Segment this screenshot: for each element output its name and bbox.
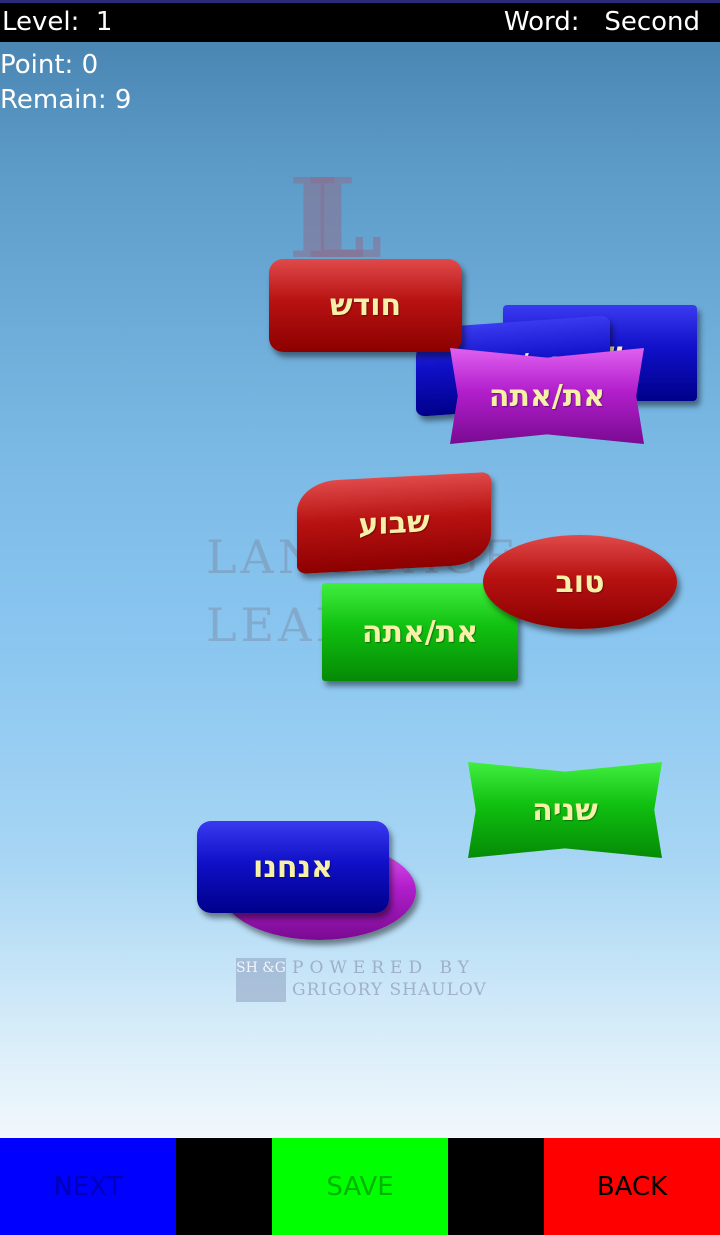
author-name: GRIGORY SHAULOV [292, 980, 487, 1000]
word-tile[interactable]: את/אתה [450, 348, 644, 444]
word-tile[interactable]: שבוע [297, 471, 491, 575]
word-tile[interactable]: טוב [483, 535, 677, 629]
author-logo: SH &G [236, 958, 286, 1002]
remain-label: Remain: [0, 85, 107, 115]
level-value: 1 [95, 7, 113, 37]
word-value: Second [604, 7, 700, 37]
level-label: Level: [2, 7, 80, 37]
top-bar: Level: 1 Word: Second [0, 0, 720, 42]
play-field: Point: 0 Remain: 9 LL LANGUAGE LEARNING … [0, 42, 720, 1138]
remain-value: 9 [114, 85, 132, 115]
next-button[interactable]: NEXT [0, 1138, 176, 1235]
bottom-bar: NEXT SAVE BACK [0, 1138, 720, 1235]
word-label: Word: [503, 7, 580, 37]
level-display: Level: 1 [2, 7, 112, 37]
back-button[interactable]: BACK [544, 1138, 720, 1235]
word-tile[interactable]: אנחנו [197, 821, 389, 913]
remain-display: Remain: 9 [0, 85, 131, 115]
powered-by-watermark: SH &G POWERED BY GRIGORY SHAULOV [236, 956, 496, 1004]
powered-by-text: POWERED BY [292, 958, 475, 978]
word-display: Word: Second [504, 7, 700, 37]
points-label: Point: [0, 50, 74, 80]
word-tile[interactable]: חודש [269, 259, 462, 352]
points-display: Point: 0 [0, 50, 98, 80]
points-value: 0 [81, 50, 99, 80]
word-tile[interactable]: שניה [468, 762, 662, 858]
save-button[interactable]: SAVE [272, 1138, 448, 1235]
